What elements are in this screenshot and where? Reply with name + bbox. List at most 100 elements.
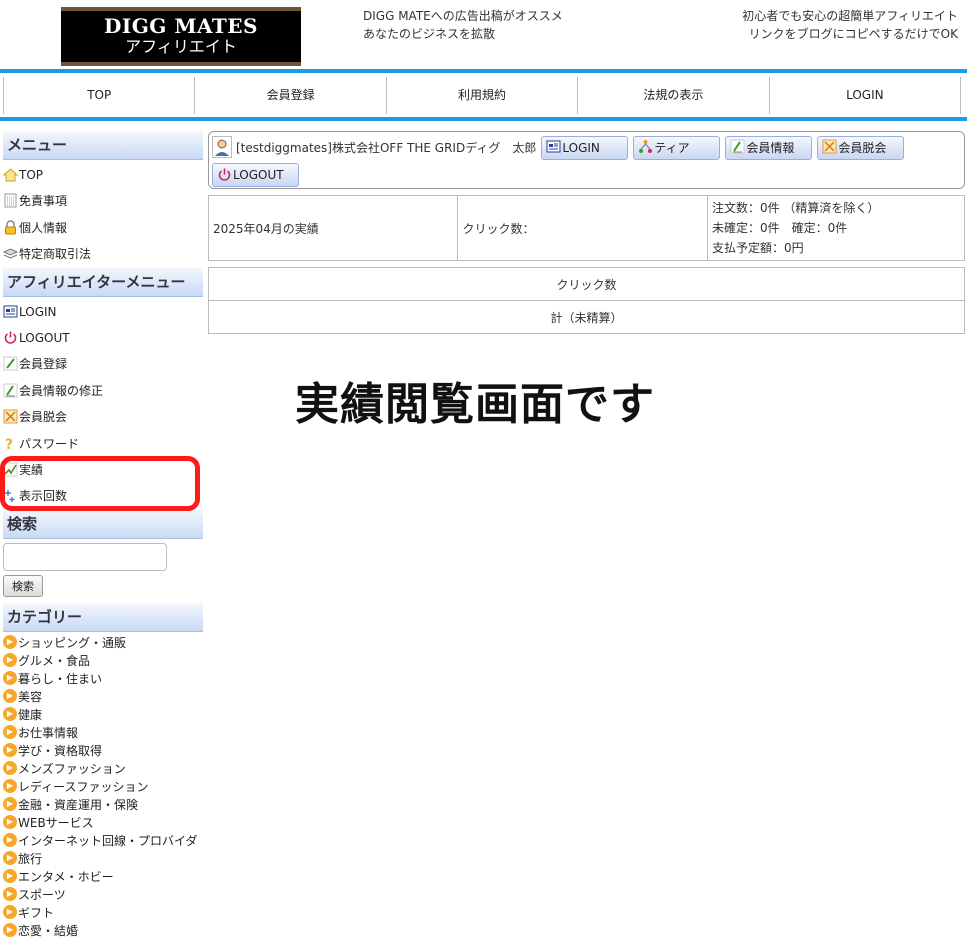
category-item[interactable]: ▶ WEBサービス <box>3 814 203 832</box>
edit-icon <box>730 139 745 154</box>
nav-terms[interactable]: 利用規約 <box>387 77 579 114</box>
logout-button[interactable]: LOGOUT <box>212 163 299 187</box>
header-divider <box>0 69 967 73</box>
click-table-total: 計（未精算） <box>208 300 965 334</box>
user-name: [testdiggmates]株式会社OFF THE GRIDディグ 太郎 <box>236 141 537 155</box>
user-panel: [testdiggmates]株式会社OFF THE GRIDディグ 太郎 LO… <box>208 131 965 189</box>
withdraw-button[interactable]: 会員脱会 <box>817 135 905 160</box>
search-input[interactable] <box>3 542 167 571</box>
category-item[interactable]: ▶ スポーツ <box>3 886 203 904</box>
category-item[interactable]: ▶ インターネット回線・プロバイダ <box>3 832 203 850</box>
sidebar-item-password[interactable]: ? パスワード <box>3 431 203 457</box>
category-item[interactable]: ▶ 金融・資産運用・保険 <box>3 796 203 814</box>
play-arrow-icon: ▶ <box>3 743 17 758</box>
question-icon: ? <box>3 436 18 453</box>
search-heading: 検索 <box>3 509 203 539</box>
home-icon <box>2 167 19 182</box>
sidebar-item-top[interactable]: TOP <box>2 162 203 188</box>
sidebar-item-disclaimer[interactable]: 免責事項 <box>3 188 203 214</box>
sidebar-item-withdraw[interactable]: 会員脱会 <box>3 404 203 430</box>
category-item[interactable]: ▶ 学び・資格取得 <box>3 742 203 760</box>
order-count: 注文数：0件 （精算済を除く） <box>711 201 880 215</box>
play-arrow-icon: ▶ <box>3 869 17 884</box>
category-item[interactable]: ▶ エンタメ・ホビー <box>3 868 203 886</box>
play-arrow-icon: ▶ <box>3 707 17 722</box>
button-label: LOGIN <box>562 140 600 155</box>
play-arrow-icon: ▶ <box>3 923 17 938</box>
nav-divider <box>0 117 967 121</box>
sidebar-item-label: 会員脱会 <box>19 410 68 425</box>
button-label: 会員情報 <box>746 141 795 155</box>
category-item[interactable]: ▶ 美容 <box>3 688 203 706</box>
category-item[interactable]: ▶ ショッピング・通販 <box>3 634 203 652</box>
nav-top[interactable]: TOP <box>4 77 196 114</box>
main-content: [testdiggmates]株式会社OFF THE GRIDディグ 太郎 LO… <box>207 131 966 334</box>
sidebar: メニュー TOP 免責事項 個人情報 特定商取引法 アフィリエイターメニュー L… <box>2 131 203 940</box>
header-promo-right: 初心者でも安心の超簡単アフィリエイト リンクをブログにコピペするだけでOK <box>742 7 958 43</box>
play-arrow-icon: ▶ <box>3 653 17 668</box>
category-item[interactable]: ▶ 健康 <box>3 706 203 724</box>
category-label: 旅行 <box>18 851 43 866</box>
category-item[interactable]: ▶ お仕事情報 <box>3 724 203 742</box>
pencil-icon <box>3 356 18 371</box>
nav-login[interactable]: LOGIN <box>770 77 962 114</box>
button-label: 会員脱会 <box>838 141 887 155</box>
category-label: 美容 <box>18 689 43 704</box>
click-count-cell: クリック数： <box>457 195 708 261</box>
logo-title: DIGG MATES <box>104 14 258 38</box>
play-arrow-icon: ▶ <box>3 833 17 848</box>
sidebar-item-label: 会員登録 <box>19 357 68 372</box>
highlight-box <box>0 456 200 511</box>
category-label: 暮らし・住まい <box>18 671 103 686</box>
click-table-header: クリック数 <box>208 267 965 301</box>
nav-legal[interactable]: 法規の表示 <box>578 77 770 114</box>
user-bar: [testdiggmates]株式会社OFF THE GRIDディグ 太郎 LO… <box>212 134 961 161</box>
play-arrow-icon: ▶ <box>3 689 17 704</box>
sidebar-item-logout[interactable]: LOGOUT <box>3 325 203 351</box>
user-avatar-icon <box>212 135 232 158</box>
login-button[interactable]: LOGIN <box>541 135 629 160</box>
play-arrow-icon: ▶ <box>3 671 17 686</box>
play-arrow-icon: ▶ <box>3 815 17 830</box>
header-promo-left: DIGG MATEへの広告出稿がオススメ あなたのビジネスを拡散 <box>363 7 563 43</box>
sidebar-item-edit-profile[interactable]: 会員情報の修正 <box>3 378 203 404</box>
member-info-button[interactable]: 会員情報 <box>725 135 813 160</box>
site-logo[interactable]: DIGG MATES アフィリエイト <box>61 7 301 66</box>
category-item[interactable]: ▶ 旅行 <box>3 850 203 868</box>
tier-button[interactable]: ティア <box>633 135 721 160</box>
search-button[interactable]: 検索 <box>3 574 43 597</box>
category-label: 恋愛・結婚 <box>18 923 79 938</box>
tier-tree-icon <box>638 139 653 154</box>
sidebar-item-label: LOGOUT <box>19 330 70 345</box>
category-label: ショッピング・通販 <box>18 635 127 650</box>
login-icon <box>3 304 18 319</box>
sidebar-item-commerce-law[interactable]: 特定商取引法 <box>2 241 203 267</box>
category-item[interactable]: ▶ レディースファッション <box>3 778 203 796</box>
category-label: インターネット回線・プロバイダ <box>18 833 198 848</box>
sidebar-item-register[interactable]: 会員登録 <box>3 351 203 377</box>
category-label: WEBサービス <box>18 815 94 830</box>
edit-icon <box>3 383 18 398</box>
sidebar-item-login[interactable]: LOGIN <box>3 299 203 325</box>
category-label: 学び・資格取得 <box>18 743 103 758</box>
power-icon <box>3 330 18 345</box>
category-label: エンタメ・ホビー <box>18 869 114 884</box>
play-arrow-icon: ▶ <box>3 887 17 902</box>
category-item[interactable]: ▶ メンズファッション <box>3 760 203 778</box>
nav-register[interactable]: 会員登録 <box>195 77 387 114</box>
global-nav: TOP 会員登録 利用規約 法規の表示 LOGIN <box>3 77 962 114</box>
category-item[interactable]: ▶ ギフト <box>3 904 203 922</box>
sidebar-item-privacy[interactable]: 個人情報 <box>3 215 203 241</box>
category-item[interactable]: ▶ グルメ・食品 <box>3 652 203 670</box>
power-icon <box>217 167 232 182</box>
menu-heading: メニュー <box>3 131 203 160</box>
play-arrow-icon: ▶ <box>3 725 17 740</box>
caption-overlay: 実績閲覧画面です <box>295 379 655 430</box>
category-label: ギフト <box>18 905 55 920</box>
order-summary-cell: 注文数：0件 （精算済を除く） 未確定：0件 確定：0件 支払予定額：0円 <box>706 195 966 261</box>
category-item[interactable]: ▶ 暮らし・住まい <box>3 670 203 688</box>
category-label: 健康 <box>18 707 43 722</box>
category-item[interactable]: ▶ 恋愛・結婚 <box>3 922 203 940</box>
category-heading: カテゴリー <box>3 602 203 632</box>
site-header: DIGG MATES アフィリエイト DIGG MATEへの広告出稿がオススメ … <box>0 0 967 70</box>
